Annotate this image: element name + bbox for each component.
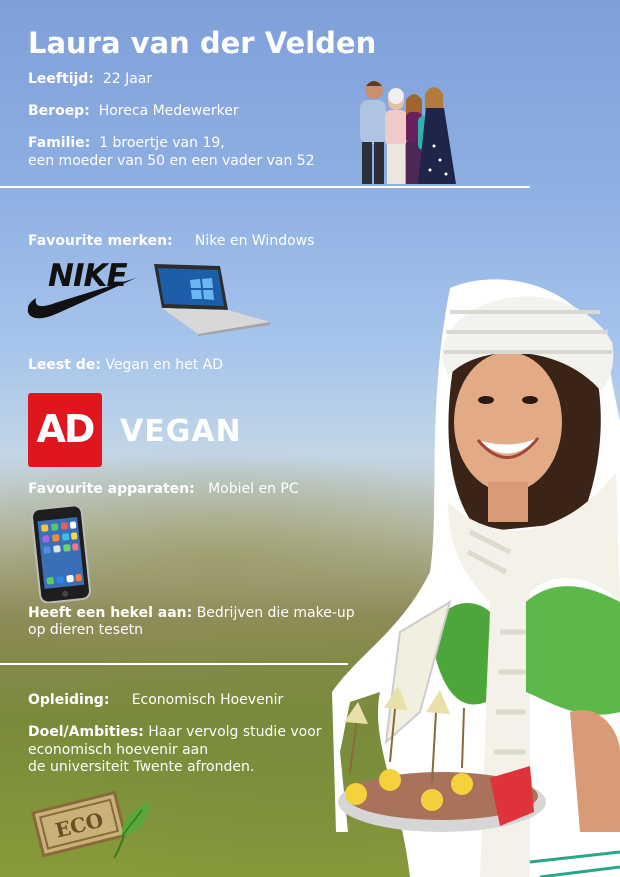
ad-logo-text: AD bbox=[36, 407, 96, 451]
family-photo bbox=[360, 81, 456, 184]
dislike-value-line-2: op dieren tesetn bbox=[28, 622, 144, 638]
goals-value-line-1: Haar vervolg studie voor bbox=[148, 724, 322, 740]
family-value-line-2: een moeder van 50 en een vader van 52 bbox=[28, 153, 315, 169]
job-row: Beroep: Horeca Medewerker bbox=[28, 102, 239, 120]
divider-top bbox=[0, 186, 530, 188]
laptop-icon bbox=[154, 264, 270, 336]
family-value-line-1: 1 broertje van 19, bbox=[99, 135, 225, 151]
eco-stamp-icon: ECO bbox=[31, 790, 150, 859]
persona-name: Laura van der Velden bbox=[28, 26, 377, 60]
brands-label: Favourite merken: bbox=[28, 233, 173, 249]
dislike-row: Heeft een hekel aan: Bedrijven die make-… bbox=[28, 604, 355, 622]
smartphone-icon bbox=[31, 505, 91, 603]
ad-logo: AD bbox=[28, 393, 102, 467]
goals-label: Doel/Ambities: bbox=[28, 724, 144, 740]
divider-bottom bbox=[0, 663, 348, 665]
vegan-logo-text: VEGAN bbox=[120, 414, 242, 449]
devices-value: Mobiel en PC bbox=[208, 481, 299, 497]
goals-value-line-2: economisch hoevenir aan bbox=[28, 742, 209, 758]
education-value: Economisch Hoevenir bbox=[131, 692, 284, 708]
goals-value-line-3: de universiteit Twente afronden. bbox=[28, 759, 255, 775]
job-label: Beroep: bbox=[28, 103, 90, 119]
dislike-label: Heeft een hekel aan: bbox=[28, 605, 193, 621]
job-value: Horeca Medewerker bbox=[98, 103, 239, 119]
reads-row: Leest de: Vegan en het AD bbox=[28, 356, 223, 374]
reads-label: Leest de: bbox=[28, 357, 101, 373]
education-row: Opleiding: Economisch Hoevenir bbox=[28, 691, 283, 709]
brands-row: Favourite merken: Nike en Windows bbox=[28, 232, 314, 250]
goals-row: Doel/Ambities: Haar vervolg studie voor bbox=[28, 723, 322, 741]
family-row: Familie: 1 broertje van 19, bbox=[28, 134, 225, 152]
persona-poster: Laura van der Velden Leeftijd: 22 Jaar B… bbox=[0, 0, 620, 877]
age-value: 22 Jaar bbox=[102, 71, 153, 87]
age-label: Leeftijd: bbox=[28, 71, 94, 87]
family-label: Familie: bbox=[28, 135, 91, 151]
devices-label: Favourite apparaten: bbox=[28, 481, 195, 497]
reads-value: Vegan en het AD bbox=[105, 357, 224, 373]
persona-portrait bbox=[332, 279, 620, 877]
age-row: Leeftijd: 22 Jaar bbox=[28, 70, 152, 88]
nike-swoosh-icon bbox=[27, 278, 136, 319]
brands-value: Nike en Windows bbox=[194, 233, 315, 249]
education-label: Opleiding: bbox=[28, 692, 110, 708]
devices-row: Favourite apparaten: Mobiel en PC bbox=[28, 480, 299, 498]
